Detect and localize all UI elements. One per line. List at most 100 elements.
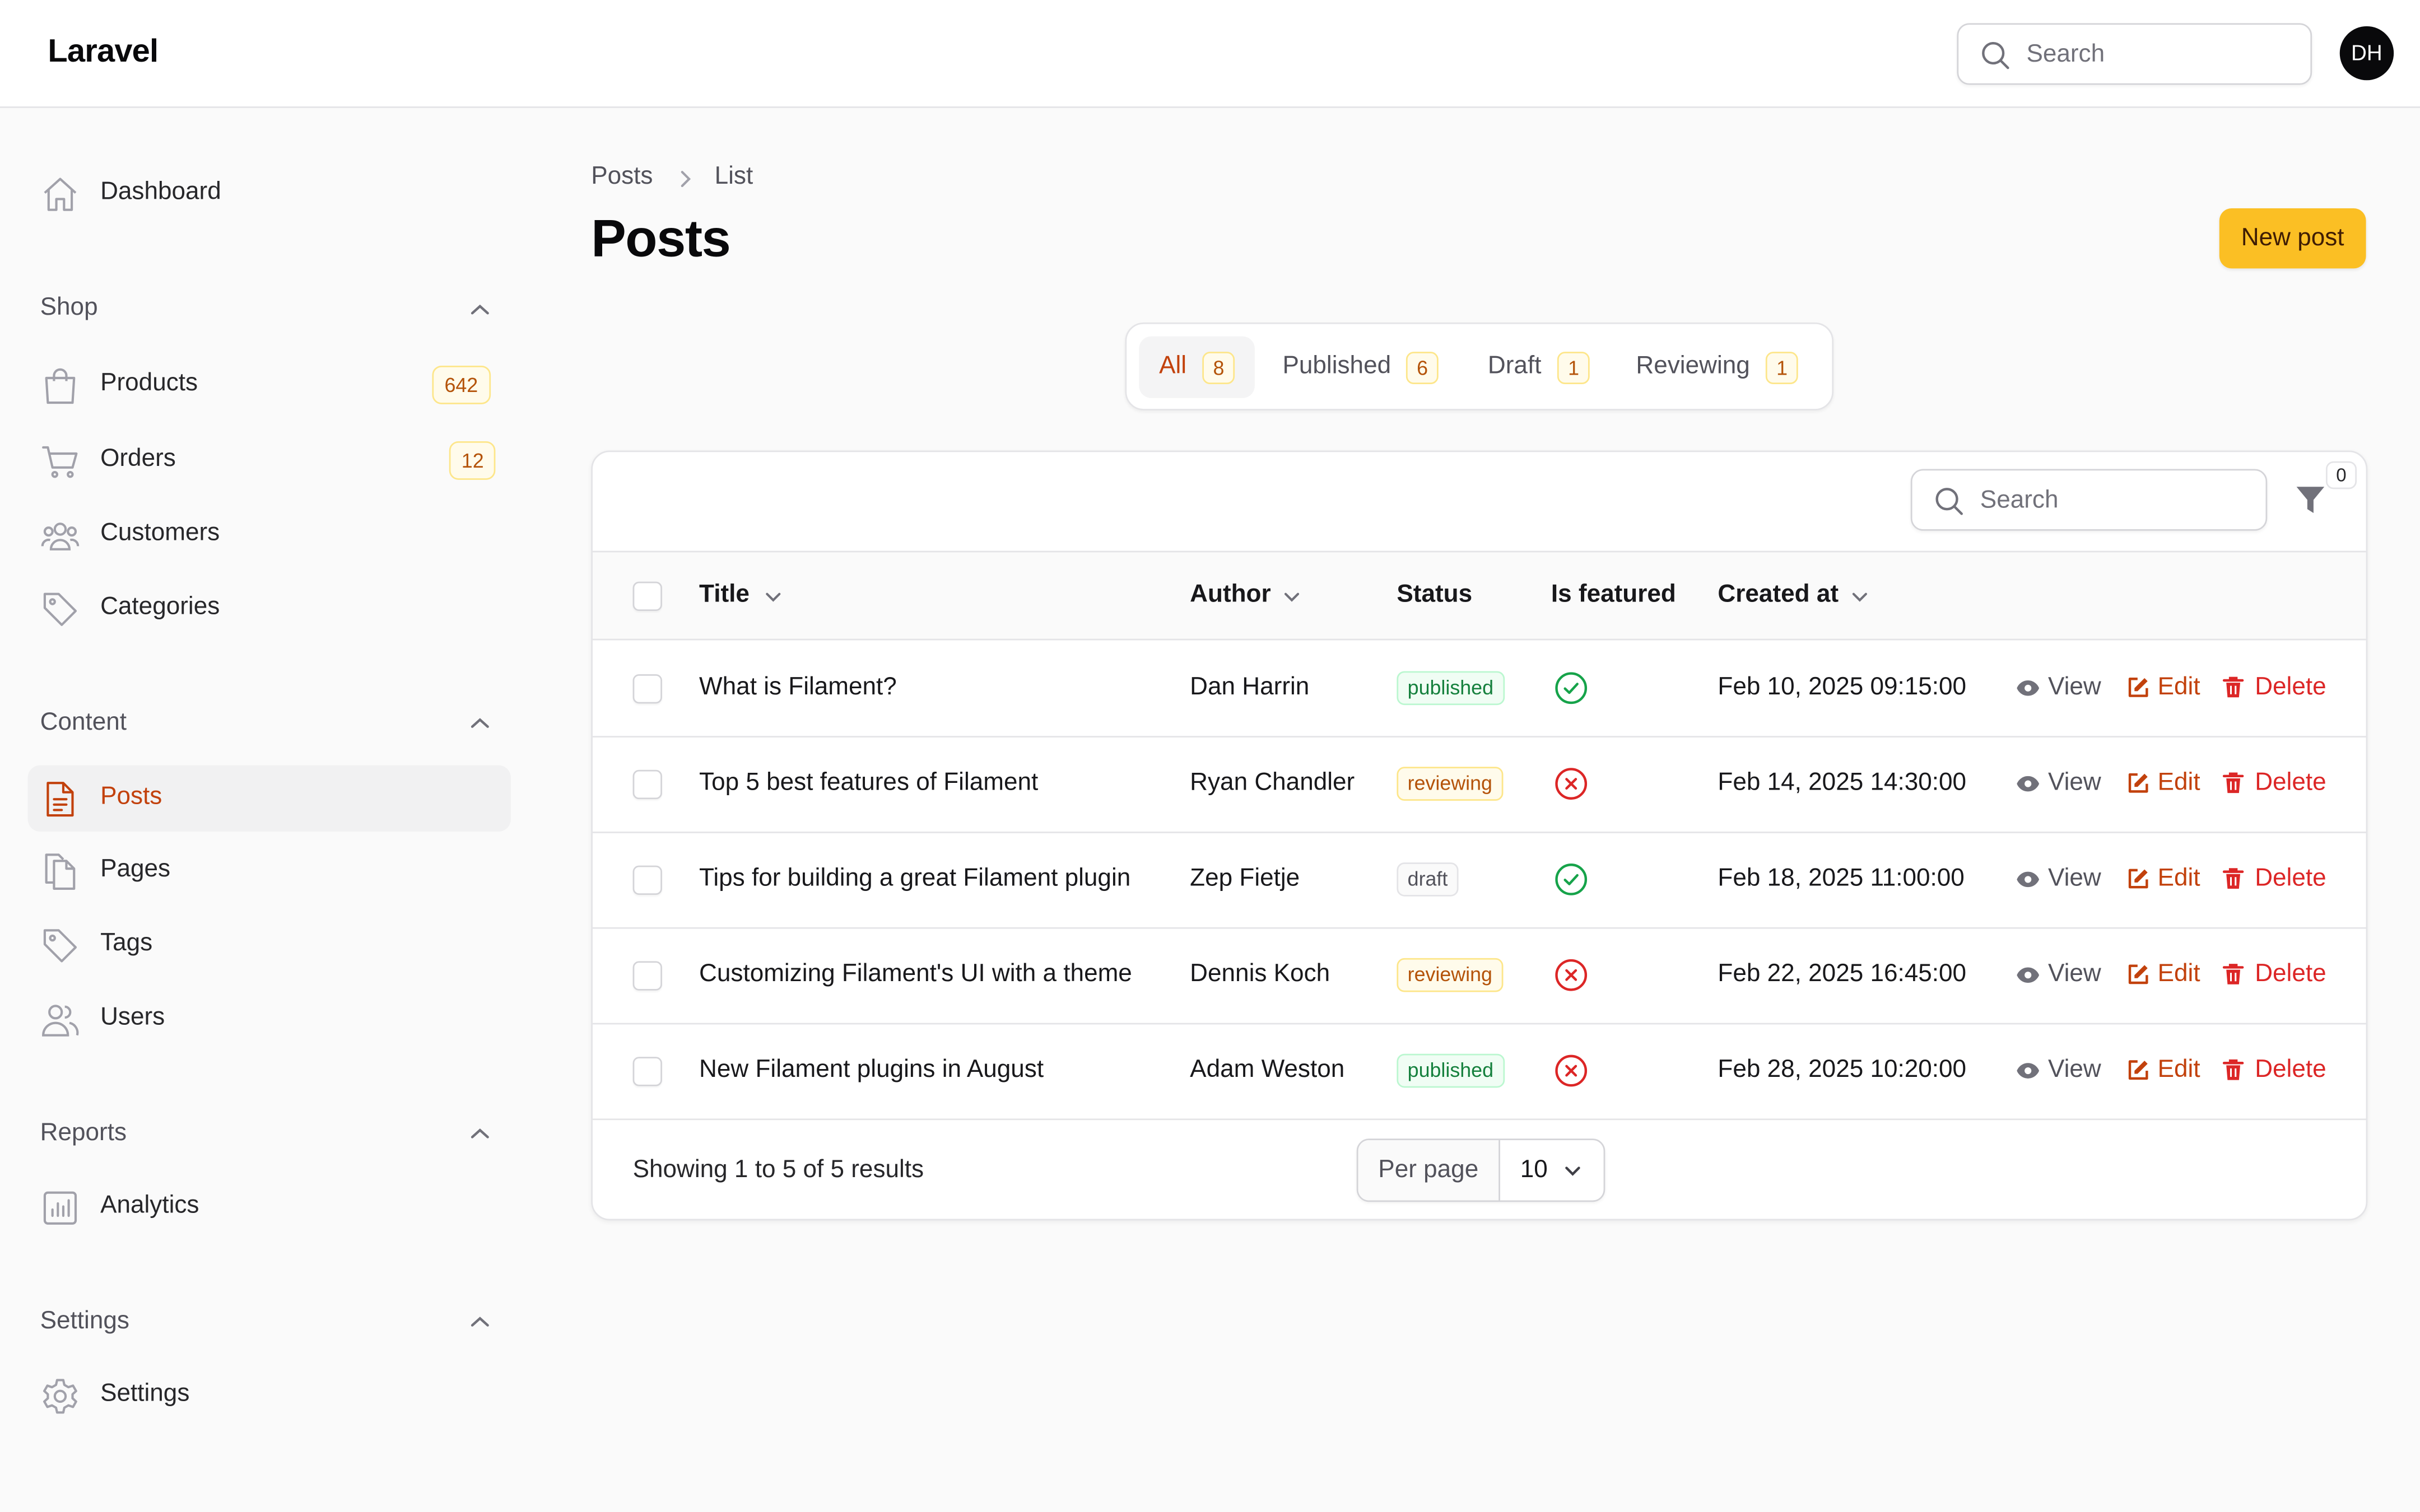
column-header-created-at[interactable]: Created at <box>1718 582 1839 610</box>
row-checkbox[interactable] <box>632 865 662 895</box>
x-circle-icon <box>1554 1054 1588 1088</box>
sidebar-group-shop[interactable]: Shop <box>40 295 98 323</box>
sidebar-item-dashboard[interactable]: Dashboard <box>28 161 511 227</box>
view-action[interactable]: View <box>2048 961 2101 989</box>
cell-author: Dan Harrin <box>1190 674 1310 701</box>
chevron-down-icon[interactable] <box>1850 589 1869 605</box>
table-search-input[interactable]: Search <box>1910 469 2268 531</box>
eye-icon[interactable] <box>2016 870 2040 889</box>
delete-action[interactable]: Delete <box>2255 770 2326 798</box>
search-icon <box>1934 486 1965 517</box>
sidebar-item-analytics[interactable]: Analytics <box>28 1174 511 1240</box>
table-row[interactable]: New Filament plugins in August Adam Westo… <box>592 1024 2366 1121</box>
chevron-down-icon[interactable] <box>1282 589 1301 605</box>
table-row[interactable]: Top 5 best features of Filament Ryan Chan… <box>592 738 2366 833</box>
delete-action[interactable]: Delete <box>2255 961 2326 989</box>
global-search-input[interactable]: Search <box>1957 23 2312 85</box>
sidebar-item-products[interactable]: Products 642 <box>28 352 511 418</box>
chevron-down-icon[interactable] <box>764 589 783 605</box>
sidebar-item-tags[interactable]: Tags <box>28 912 511 978</box>
sidebar-item-categories[interactable]: Categories <box>28 576 511 642</box>
view-action[interactable]: View <box>2048 674 2101 702</box>
sidebar-item-pages[interactable]: Pages <box>28 838 511 904</box>
table-row[interactable]: Tips for building a great Filament plugi… <box>592 833 2366 929</box>
edit-icon[interactable] <box>2127 772 2150 795</box>
edit-icon[interactable] <box>2127 1058 2150 1081</box>
edit-action[interactable]: Edit <box>2158 1057 2200 1085</box>
search-icon <box>1980 40 2011 71</box>
breadcrumb-item-list[interactable]: List <box>715 164 753 192</box>
sidebar-item-label: Orders <box>100 446 176 473</box>
edit-action[interactable]: Edit <box>2158 961 2200 989</box>
sidebar-group-content[interactable]: Content <box>40 710 127 738</box>
sidebar-item-posts[interactable]: Posts <box>27 765 511 832</box>
per-page-select[interactable]: Per page 10 <box>1356 1138 1605 1202</box>
eye-icon[interactable] <box>2016 679 2040 697</box>
view-action[interactable]: View <box>2048 1057 2101 1085</box>
table-row[interactable]: Customizing Filament's UI with a theme De… <box>592 929 2366 1025</box>
sidebar-group-settings[interactable]: Settings <box>40 1308 129 1336</box>
brand-logo[interactable]: Laravel <box>48 34 159 71</box>
edit-action[interactable]: Edit <box>2158 674 2200 702</box>
column-header-author[interactable]: Author <box>1190 582 1270 610</box>
sidebar-item-settings[interactable]: Settings <box>28 1362 511 1429</box>
select-all-checkbox[interactable] <box>632 581 662 612</box>
status-badge: published <box>1397 671 1505 706</box>
eye-icon[interactable] <box>2016 774 2040 793</box>
trash-icon[interactable] <box>2222 867 2244 890</box>
tag-icon <box>40 926 81 966</box>
trash-icon[interactable] <box>2222 1058 2244 1081</box>
tab-reviewing[interactable]: Reviewing 1 <box>1621 337 1813 398</box>
delete-action[interactable]: Delete <box>2255 866 2326 894</box>
tag-icon <box>40 589 81 629</box>
tab-draft[interactable]: Draft 1 <box>1471 337 1600 398</box>
delete-action[interactable]: Delete <box>2255 1057 2326 1085</box>
edit-action[interactable]: Edit <box>2158 866 2200 894</box>
row-checkbox[interactable] <box>632 1057 662 1086</box>
topbar: Laravel Search DH <box>0 0 2420 108</box>
tab-published[interactable]: Published 6 <box>1267 337 1453 398</box>
trash-icon[interactable] <box>2222 676 2244 699</box>
sidebar-group-reports[interactable]: Reports <box>40 1120 127 1148</box>
sidebar-item-customers[interactable]: Customers <box>28 501 511 567</box>
sidebar-item-users[interactable]: Users <box>28 986 511 1052</box>
chevron-up-icon[interactable] <box>468 301 492 319</box>
edit-icon[interactable] <box>2127 676 2150 699</box>
sidebar-item-label: Tags <box>100 930 153 957</box>
sidebar-item-orders[interactable]: Orders 12 <box>28 427 511 493</box>
breadcrumb-item-posts[interactable]: Posts <box>591 164 653 192</box>
trash-icon[interactable] <box>2222 772 2244 795</box>
edit-action[interactable]: Edit <box>2158 770 2200 798</box>
new-post-button[interactable]: New post <box>2219 208 2366 269</box>
chevron-up-icon[interactable] <box>468 1124 492 1143</box>
edit-icon[interactable] <box>2127 963 2150 986</box>
filter-icon[interactable] <box>2293 483 2328 517</box>
tab-count-badge: 6 <box>1406 352 1439 385</box>
eye-icon[interactable] <box>2016 1062 2040 1080</box>
table-row[interactable]: What is Filament? Dan Harrin published Feb … <box>592 642 2366 738</box>
row-checkbox[interactable] <box>632 674 662 704</box>
users-icon <box>40 1000 81 1040</box>
chevron-up-icon[interactable] <box>468 1313 492 1332</box>
delete-action[interactable]: Delete <box>2255 674 2326 702</box>
tab-all[interactable]: All 8 <box>1139 336 1255 398</box>
eye-icon[interactable] <box>2016 966 2040 984</box>
tab-label: Published <box>1282 353 1392 380</box>
trash-icon[interactable] <box>2222 963 2244 986</box>
column-header-title[interactable]: Title <box>699 582 750 610</box>
tab-label: Reviewing <box>1636 353 1750 380</box>
chevron-up-icon[interactable] <box>468 715 492 733</box>
cell-created-at: Feb 18, 2025 11:00:00 <box>1718 865 1965 892</box>
filter-count-badge: 0 <box>2325 461 2357 489</box>
edit-icon[interactable] <box>2127 867 2150 890</box>
row-checkbox[interactable] <box>632 961 662 991</box>
table-header: Title Author Status Is featured Created … <box>592 550 2366 641</box>
shopping-bag-icon <box>40 366 81 406</box>
cell-title: Customizing Filament's UI with a theme <box>699 961 1132 988</box>
view-action[interactable]: View <box>2048 866 2101 894</box>
cell-author: Dennis Koch <box>1190 961 1330 988</box>
user-avatar[interactable]: DH <box>2339 26 2394 81</box>
tab-count-badge: 8 <box>1202 352 1235 385</box>
row-checkbox[interactable] <box>632 769 662 800</box>
view-action[interactable]: View <box>2048 770 2101 798</box>
